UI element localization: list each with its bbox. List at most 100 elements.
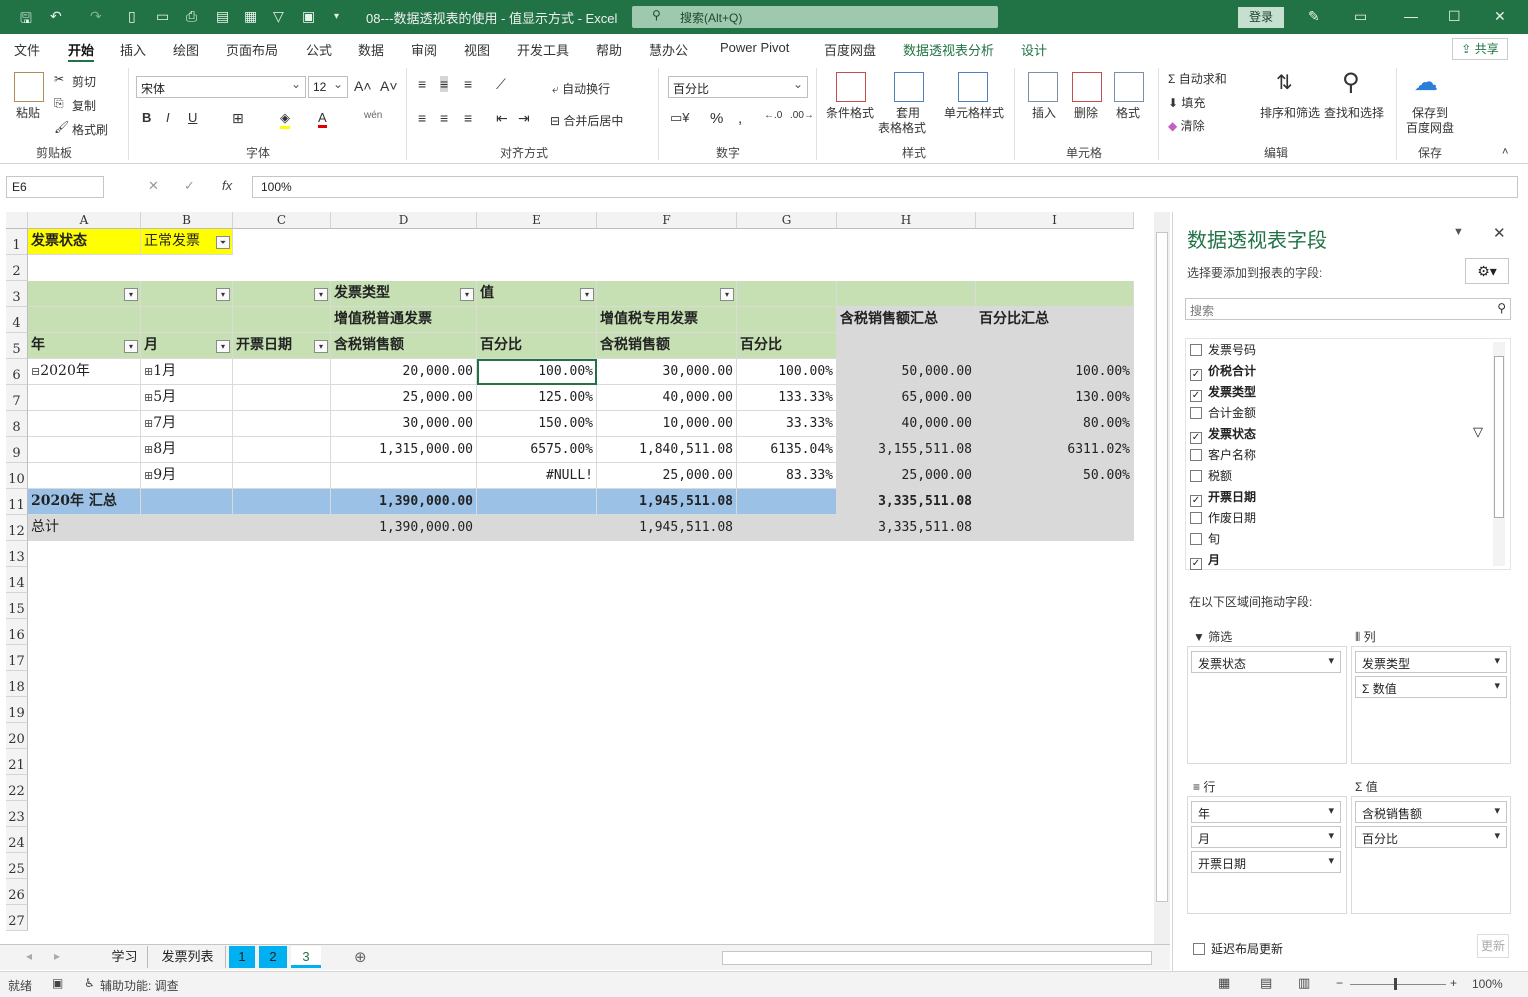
collapse-icon[interactable]: ⊟ [31, 365, 40, 378]
cell-styles-icon[interactable] [958, 72, 988, 102]
expand-icon[interactable]: ⊞ [144, 417, 153, 430]
align-middle-icon[interactable]: ≡ [440, 76, 449, 92]
grand-total-cell[interactable]: 40,000.00 [837, 411, 976, 437]
grand-total-cell[interactable] [976, 515, 1134, 541]
row-header[interactable]: 2 [6, 255, 28, 281]
expand-icon[interactable]: ⊞ [144, 365, 153, 378]
pivot-header-cell[interactable] [141, 307, 233, 333]
dropdown-icon[interactable]: ▾ [460, 288, 474, 301]
tab-developer[interactable]: 开发工具 [517, 40, 569, 59]
find-select-button[interactable]: 查找和选择 [1324, 104, 1384, 121]
value-cell[interactable]: 25,000.00 [331, 385, 477, 411]
cancel-icon[interactable]: ✕ [148, 178, 159, 194]
grand-total-cell[interactable] [141, 515, 233, 541]
value-cell[interactable]: 133.33% [737, 385, 837, 411]
tab-page-layout[interactable]: 页面布局 [226, 40, 278, 59]
checkbox[interactable]: ✓ [1190, 558, 1202, 570]
dropdown-icon[interactable]: ▾ [216, 288, 230, 301]
cell[interactable] [28, 437, 141, 463]
cut-button[interactable]: 剪切 [72, 73, 96, 90]
open-icon[interactable]: ▭ [156, 8, 169, 25]
field-list-scroll-thumb[interactable] [1494, 356, 1504, 518]
checkbox[interactable] [1190, 407, 1202, 419]
defer-update-checkbox[interactable]: 延迟布局更新 [1193, 940, 1283, 957]
tab-pivot-analyze[interactable]: 数据透视表分析 [903, 40, 994, 59]
cell[interactable] [28, 411, 141, 437]
paste-icon[interactable] [14, 72, 44, 102]
align-center-icon[interactable]: ≡ [440, 110, 448, 126]
share-button[interactable]: ⇪ 共享 [1452, 38, 1508, 60]
vertical-scrollbar[interactable] [1154, 212, 1170, 944]
cell-styles-button[interactable]: 单元格样式 [944, 104, 1004, 121]
pivot-header-cell[interactable] [233, 307, 331, 333]
save-baidu-label-2[interactable]: 百度网盘 [1406, 119, 1454, 136]
sheet-tab-2[interactable]: 2 [259, 946, 287, 968]
prev-sheet-icon[interactable]: ◂ [26, 949, 32, 963]
pivot-header-cell[interactable] [837, 281, 976, 307]
dropdown-icon[interactable]: ▾ [314, 288, 328, 301]
filter-pill[interactable]: 发票状态 [1191, 651, 1341, 673]
grand-total-header-cell[interactable] [837, 333, 976, 359]
print-icon[interactable]: ⎙ [186, 8, 197, 25]
field-search-input[interactable]: 搜索 ⚲ [1185, 298, 1511, 320]
value-cell[interactable]: 100.00% [737, 359, 837, 385]
value-cell[interactable]: 6575.00% [477, 437, 597, 463]
row-header[interactable]: 17 [6, 645, 28, 671]
row-header[interactable]: 9 [6, 437, 28, 463]
row-header[interactable]: 11 [6, 489, 28, 515]
pdf-icon[interactable]: ▤ [216, 8, 229, 25]
row-header[interactable]: 18 [6, 671, 28, 697]
column-header-c[interactable]: C [233, 212, 331, 229]
month-item-cell[interactable]: ⊞5月 [141, 385, 233, 411]
tab-file[interactable]: 文件 [14, 40, 40, 59]
grand-total-cell[interactable] [737, 515, 837, 541]
page-break-view-icon[interactable]: ▥ [1298, 975, 1310, 991]
column-pill[interactable]: 发票类型 [1355, 651, 1507, 673]
column-field-cell[interactable]: 发票类型 ▾ [331, 281, 477, 307]
value-pill[interactable]: 含税销售额 [1355, 801, 1507, 823]
value-cell[interactable]: 1,840,511.08 [597, 437, 737, 463]
column-item-cell[interactable]: 增值税专用发票 [597, 307, 737, 333]
column-header-h[interactable]: H [837, 212, 976, 229]
tab-draw[interactable]: 绘图 [173, 40, 199, 59]
grand-total-cell[interactable]: 65,000.00 [837, 385, 976, 411]
field-item[interactable]: ✓ 价税合计 [1190, 362, 1256, 381]
sort-filter-icon[interactable]: ⇅ [1276, 70, 1293, 95]
format-painter-button[interactable]: 格式刷 [72, 121, 108, 138]
pivot-header-cell[interactable]: ▾ [28, 281, 141, 307]
row-header[interactable]: 7 [6, 385, 28, 411]
tab-power-pivot[interactable]: Power Pivot [720, 40, 789, 55]
subtotal-label-cell[interactable]: 2020年 汇总 [28, 489, 141, 515]
value-cell[interactable]: 10,000.00 [597, 411, 737, 437]
formula-input[interactable]: 100% [252, 176, 1518, 198]
column-header-i[interactable]: I [976, 212, 1134, 229]
expand-icon[interactable]: ⊞ [144, 469, 153, 482]
font-name-select[interactable]: 宋体 [136, 76, 306, 98]
page-layout-view-icon[interactable]: ▤ [1260, 975, 1272, 991]
row-header[interactable]: 10 [6, 463, 28, 489]
add-sheet-icon[interactable]: ⊕ [354, 948, 367, 966]
row-header[interactable]: 4 [6, 307, 28, 333]
column-header-a[interactable]: A [28, 212, 141, 229]
grand-total-cell[interactable]: 3,335,511.08 [837, 515, 976, 541]
merge-center-button[interactable]: ⊟ 合并后居中 [550, 112, 623, 129]
normal-view-icon[interactable]: ▦ [1218, 975, 1230, 991]
value-cell[interactable]: 150.00% [477, 411, 597, 437]
increase-decimal-icon[interactable]: ←.0 [764, 110, 782, 121]
value-cell[interactable]: 33.33% [737, 411, 837, 437]
field-item[interactable]: ✓ 月 [1190, 551, 1220, 570]
row-header[interactable]: 6 [6, 359, 28, 385]
row-header[interactable]: 22 [6, 775, 28, 801]
enter-icon[interactable]: ✓ [184, 178, 195, 194]
checkbox[interactable] [1190, 533, 1202, 545]
increase-indent-icon[interactable]: ⇥ [518, 110, 530, 127]
undo-icon[interactable]: ↶ [50, 8, 62, 25]
value-cell[interactable]: 6135.04% [737, 437, 837, 463]
row-pill[interactable]: 年 [1191, 801, 1341, 823]
value-pill[interactable]: 百分比 [1355, 826, 1507, 848]
sheet-tab-3[interactable]: 3 [291, 946, 321, 968]
format-table-label-2[interactable]: 表格格式 [878, 119, 926, 136]
form-icon[interactable]: ▦ [244, 8, 257, 25]
field-item[interactable]: 合计金额 [1190, 404, 1256, 421]
tab-view[interactable]: 视图 [464, 40, 490, 59]
